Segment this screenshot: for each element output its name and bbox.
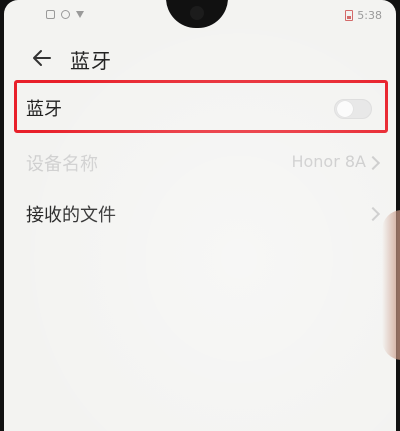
received-files-label: 接收的文件 [26, 205, 116, 226]
front-camera [190, 6, 204, 20]
phone-frame: 5:38 蓝牙 蓝牙 设备名称 Honor 8A 接收的文件 [0, 0, 400, 431]
sync-icon [61, 10, 70, 19]
received-files-row[interactable]: 接收的文件 [4, 195, 396, 235]
status-icons-left [46, 10, 84, 19]
status-time: 5:38 [357, 9, 382, 22]
chevron-right-icon [365, 155, 381, 171]
highlight-box [14, 80, 388, 133]
download-icon [76, 11, 84, 18]
status-icons-right: 5:38 [345, 9, 382, 22]
chevron-right-icon [365, 206, 381, 222]
notification-icon [46, 10, 55, 19]
device-name-label: 设备名称 [26, 154, 98, 175]
app-bar: 蓝牙 [4, 36, 396, 80]
page-title: 蓝牙 [70, 49, 112, 73]
finger [382, 210, 400, 360]
device-name-row: 设备名称 Honor 8A [4, 142, 396, 182]
battery-icon [345, 10, 354, 21]
screen: 5:38 蓝牙 蓝牙 设备名称 Honor 8A 接收的文件 [4, 0, 396, 431]
arrow-left-icon[interactable] [30, 46, 54, 70]
device-name-value: Honor 8A [291, 152, 366, 171]
